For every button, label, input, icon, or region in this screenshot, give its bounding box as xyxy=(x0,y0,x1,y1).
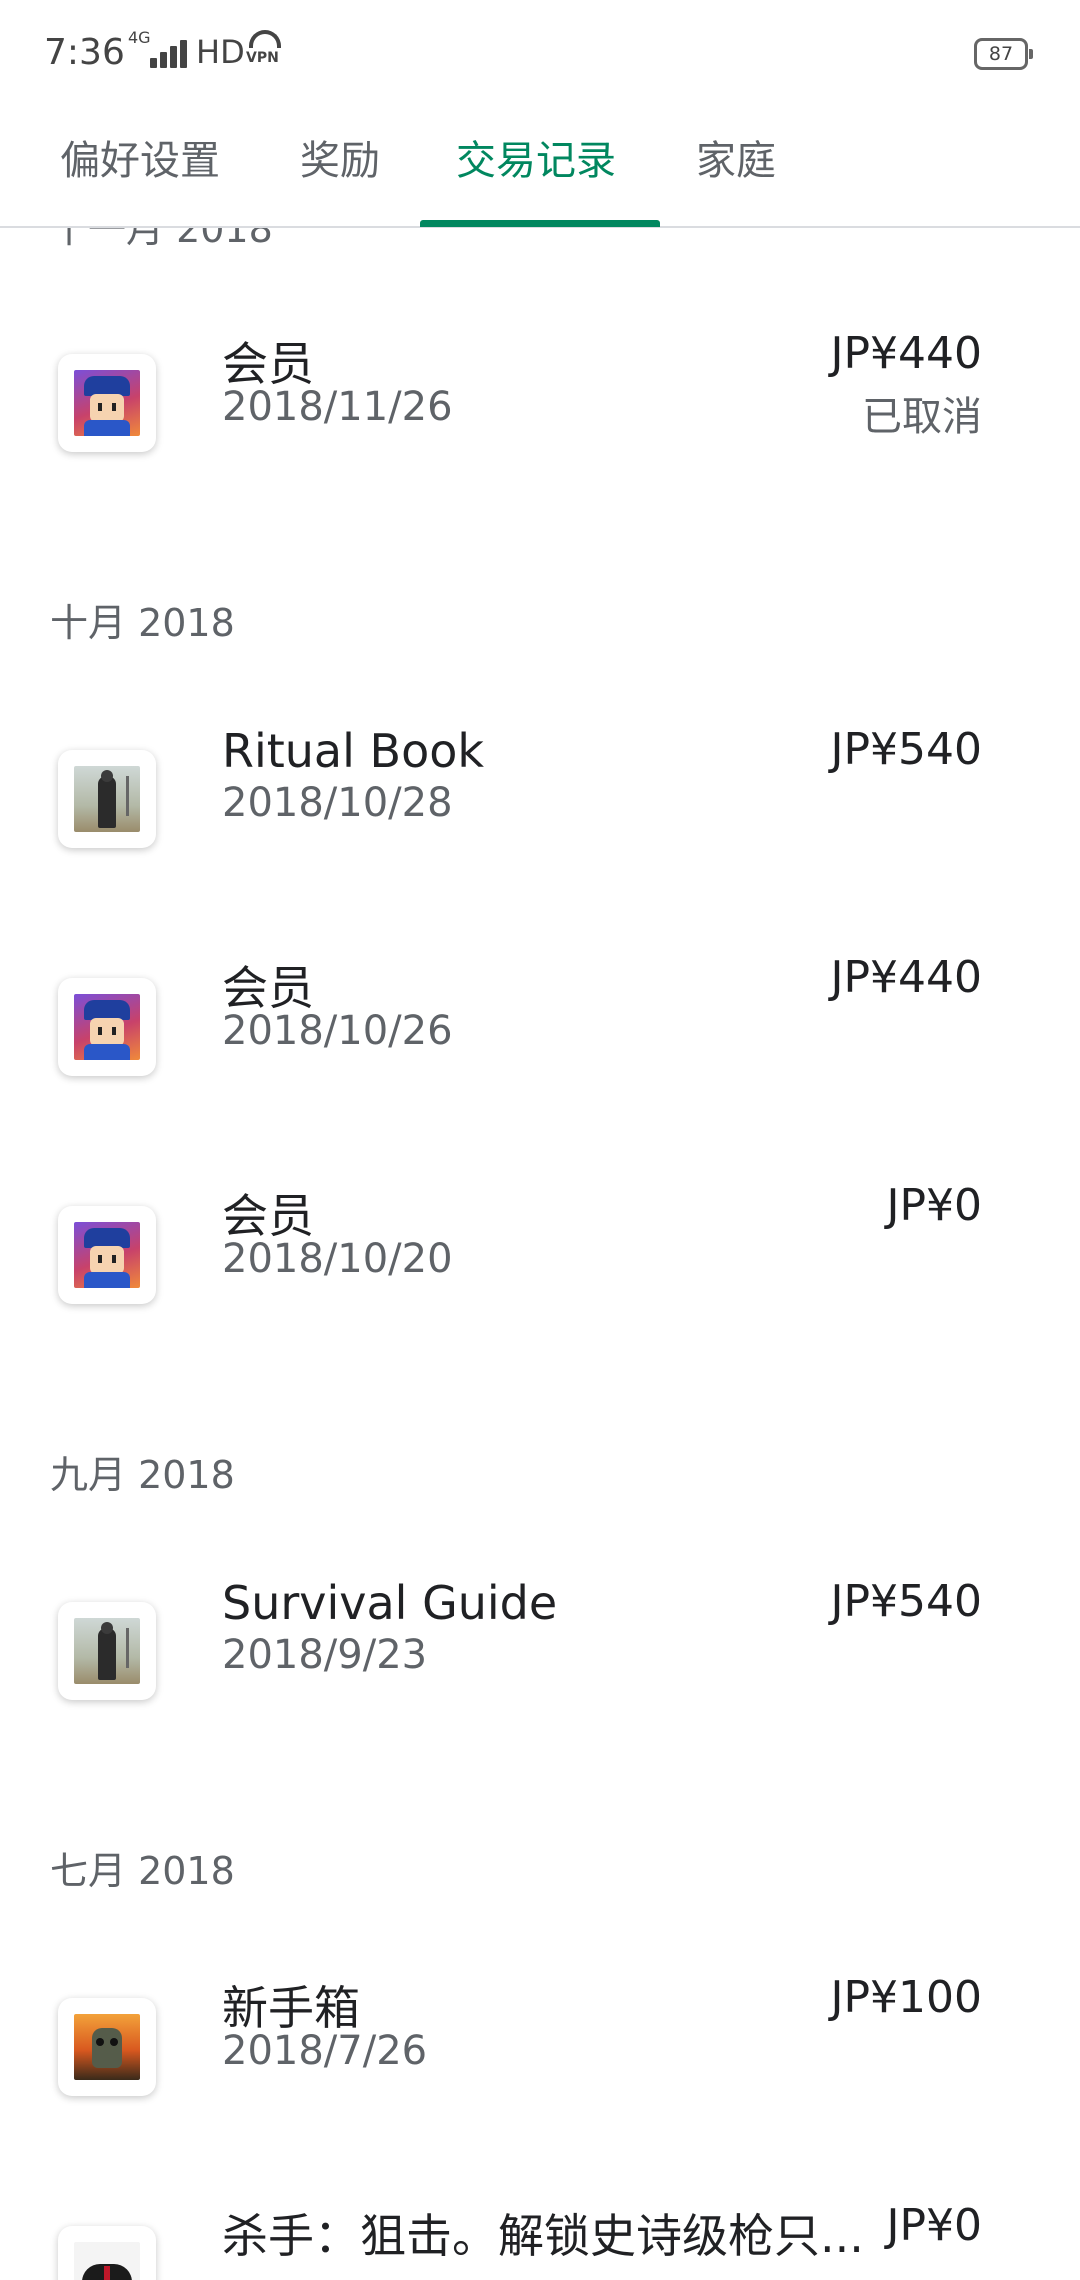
item-title: Ritual Book xyxy=(222,724,485,778)
status-time: 7:36 xyxy=(44,32,125,73)
item-date: 2018/9/23 xyxy=(222,1632,428,1678)
hd-indicator: HD xyxy=(196,33,245,71)
pixel-policeman-icon xyxy=(58,354,156,452)
month-header: 十一月 2018 xyxy=(50,228,273,251)
battery-icon: 87 xyxy=(974,38,1033,70)
status-bar: 7:36 4G HD VPN 87 xyxy=(0,0,1080,100)
tab-family[interactable]: 家庭 xyxy=(696,128,776,186)
transaction-row[interactable]: 会员 2018/10/26 JP¥440 xyxy=(0,932,1080,1122)
signal-strength-icon xyxy=(150,38,190,68)
tab-preferences[interactable]: 偏好设置 xyxy=(60,128,220,186)
survivor-wasteland-icon xyxy=(58,750,156,848)
transaction-list: 十一月 2018 会员 2018/11/26 JP¥440 已取消 十月 201… xyxy=(0,228,1080,2280)
item-date: 2018/11/26 xyxy=(222,384,453,430)
transaction-row[interactable]: 杀手：狙击。解锁史诗级枪只... JP¥0 xyxy=(0,2180,1080,2280)
vpn-icon: VPN xyxy=(246,30,284,74)
hitman-icon xyxy=(58,2226,156,2280)
item-price: JP¥440 xyxy=(830,328,983,379)
item-price: JP¥0 xyxy=(886,1180,983,1231)
month-header: 七月 2018 xyxy=(50,1849,235,1893)
network-type-label: 4G xyxy=(128,28,151,47)
item-date: 2018/10/20 xyxy=(222,1236,453,1282)
transaction-row[interactable]: Survival Guide 2018/9/23 JP¥540 xyxy=(0,1556,1080,1746)
item-price: JP¥0 xyxy=(886,2200,983,2251)
item-title: Survival Guide xyxy=(222,1576,558,1630)
tab-purchase-history[interactable]: 交易记录 xyxy=(456,128,616,186)
month-header: 十月 2018 xyxy=(50,601,235,645)
pixel-policeman-icon xyxy=(58,978,156,1076)
purchase-history-screen: 7:36 4G HD VPN 87 偏好设置 奖励 交易记录 家庭 十一月 20… xyxy=(0,0,1080,2280)
item-date: 2018/10/26 xyxy=(222,1008,453,1054)
transaction-row[interactable]: 新手箱 2018/7/26 JP¥100 xyxy=(0,1952,1080,2142)
survivor-wasteland-icon xyxy=(58,1602,156,1700)
tab-rewards[interactable]: 奖励 xyxy=(300,128,380,186)
pixel-policeman-icon xyxy=(58,1206,156,1304)
gas-mask-icon xyxy=(58,1998,156,2096)
item-price: JP¥440 xyxy=(830,952,983,1003)
transaction-row[interactable]: Ritual Book 2018/10/28 JP¥540 xyxy=(0,704,1080,894)
active-tab-indicator xyxy=(420,220,660,227)
tab-bar: 偏好设置 奖励 交易记录 家庭 xyxy=(0,100,1080,228)
item-price: JP¥540 xyxy=(830,1576,983,1627)
transaction-row[interactable]: 会员 2018/10/20 JP¥0 xyxy=(0,1160,1080,1350)
item-title: 杀手：狙击。解锁史诗级枪只... xyxy=(222,2209,864,2263)
transaction-row[interactable]: 会员 2018/11/26 JP¥440 已取消 xyxy=(0,308,1080,498)
item-price: JP¥100 xyxy=(830,1972,983,2023)
item-date: 2018/7/26 xyxy=(222,2028,428,2074)
item-date: 2018/10/28 xyxy=(222,780,453,826)
item-price: JP¥540 xyxy=(830,724,983,775)
month-header: 九月 2018 xyxy=(50,1453,235,1497)
item-status: 已取消 xyxy=(862,394,982,440)
